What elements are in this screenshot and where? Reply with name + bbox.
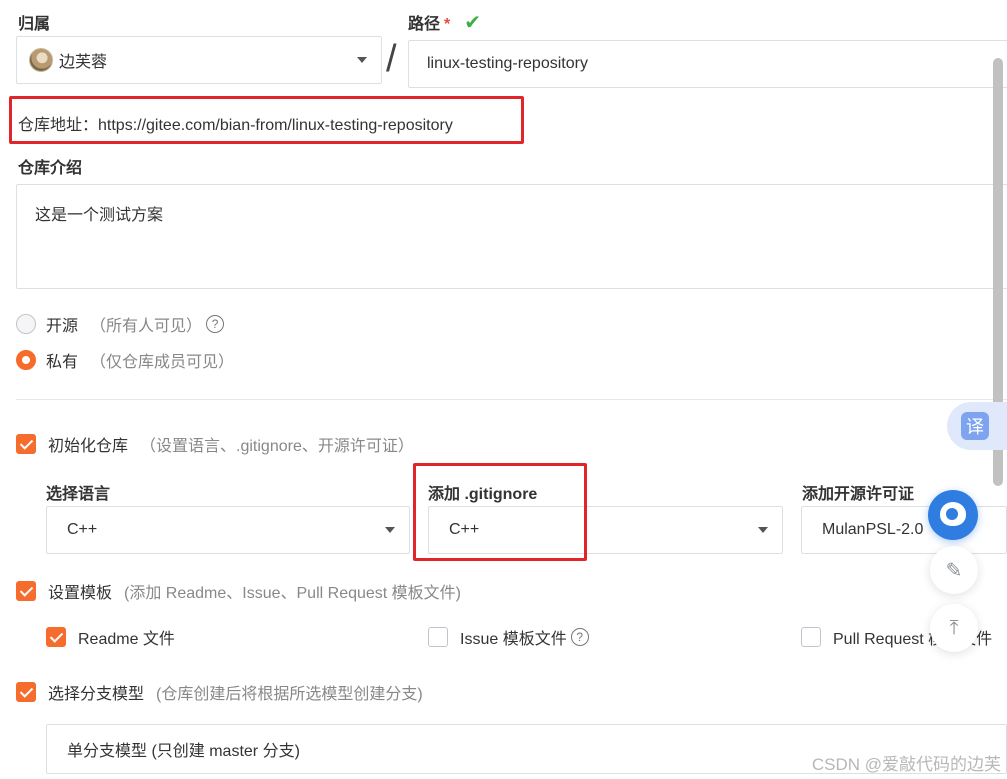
chevron-down-icon [357,57,367,63]
branch-label: 选择分支模型 [48,686,145,703]
edit-icon: ✎ [945,559,963,582]
feedback-button[interactable]: ✎ [930,546,978,594]
path-value: linux-testing-repository [427,55,588,72]
init-repo-label: 初始化仓库 [48,438,129,455]
template-checkbox[interactable]: 设置模板 (添加 Readme、Issue、Pull Request 模板文件) [16,579,461,603]
branch-check[interactable] [16,682,36,702]
radio-private-indicator[interactable] [16,350,36,370]
branch-checkbox[interactable]: 选择分支模型 (仓库创建后将根据所选模型创建分支) [16,680,423,704]
branch-value: 单分支模型 (只创建 master 分支) [67,743,300,760]
language-value: C++ [67,521,98,538]
translate-icon: 译 [961,412,989,440]
path-input[interactable]: linux-testing-repository [408,40,1007,88]
owner-select[interactable]: 边芙蓉 [16,36,382,84]
highlight-box-gitignore [413,463,587,561]
language-select[interactable]: C++ [46,506,410,554]
radio-private-label: 私有 [46,354,79,371]
issue-template-checkbox[interactable]: Issue 模板文件 ? [428,625,589,649]
path-separator: / [386,38,397,80]
license-value: MulanPSL-2.0 [822,521,924,538]
avatar [29,48,53,72]
issue-template-label: Issue 模板文件 [460,631,567,648]
radio-private-hint: （仅仓库成员可见） [90,354,235,371]
radio-public-label: 开源 [46,318,79,335]
language-label: 选择语言 [46,486,111,503]
readme-checkbox[interactable]: Readme 文件 [46,625,175,649]
chevron-down-icon [758,527,768,533]
intro-value: 这是一个测试方案 [35,207,164,224]
template-check[interactable] [16,581,36,601]
readme-label: Readme 文件 [78,631,175,648]
intro-textarea[interactable]: 这是一个测试方案 [16,184,1007,289]
radio-public-indicator[interactable] [16,314,36,334]
back-to-top-button[interactable]: ⤒ [930,604,978,652]
template-hint: (添加 Readme、Issue、Pull Request 模板文件) [124,585,462,602]
help-icon[interactable]: ? [570,628,589,646]
init-repo-hint: （设置语言、.gitignore、开源许可证） [140,438,414,455]
template-label: 设置模板 [48,585,113,602]
intro-label: 仓库介绍 [18,160,83,177]
check-icon: ✔ [464,12,482,34]
init-repo-checkbox[interactable]: 初始化仓库 （设置语言、.gitignore、开源许可证） [16,432,414,456]
readme-check[interactable] [46,627,66,647]
help-icon[interactable]: ? [206,315,225,333]
owner-label: 归属 [18,16,51,33]
divider [16,399,1007,400]
license-label: 添加开源许可证 [802,486,915,503]
path-label: 路径 [408,16,441,33]
owner-value: 边芙蓉 [59,54,108,71]
arrow-up-icon: ⤒ [949,616,959,639]
assistant-bird-icon[interactable] [928,490,978,540]
radio-private[interactable]: 私有 （仅仓库成员可见） [16,348,234,372]
pr-template-check[interactable] [801,627,821,647]
required-marker: * [444,16,451,33]
highlight-box-address [9,96,524,144]
chevron-down-icon [385,527,395,533]
radio-public[interactable]: 开源 （所有人可见） ? [16,312,225,336]
watermark: CSDN @爱敲代码的边芙 [811,755,1001,774]
translate-button[interactable]: 译 [947,402,1007,450]
issue-template-check[interactable] [428,627,448,647]
radio-public-hint: （所有人可见） [90,318,203,335]
path-label-group: 路径 * ✔ [408,10,481,35]
branch-hint: (仓库创建后将根据所选模型创建分支) [156,686,423,703]
init-repo-check[interactable] [16,434,36,454]
